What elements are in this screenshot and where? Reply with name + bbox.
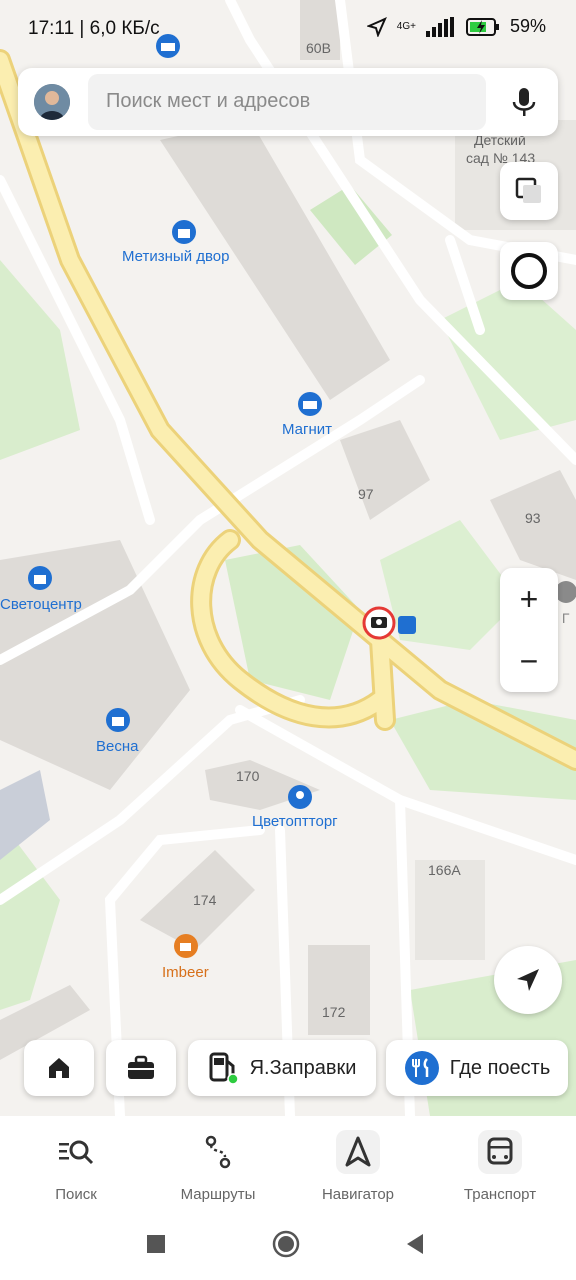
- bus-icon: [478, 1130, 522, 1174]
- poi-label-metizny[interactable]: Метизный двор: [122, 248, 229, 265]
- fuel-chip-label: Я.Заправки: [249, 1056, 357, 1079]
- poi-label-imbeer[interactable]: Imbeer: [162, 964, 209, 981]
- back-button[interactable]: [405, 1233, 425, 1255]
- system-navigation-bar: [0, 1216, 576, 1280]
- mreo-icon[interactable]: [555, 581, 576, 603]
- layers-button[interactable]: [500, 162, 558, 220]
- home-button[interactable]: [24, 1040, 94, 1096]
- food-chip-label: Где поесть: [449, 1056, 551, 1079]
- location-arrow-icon: [366, 16, 387, 37]
- shopping-bag-icon[interactable]: [106, 708, 130, 732]
- poi-label-svetocentr[interactable]: Светоцентр: [0, 596, 82, 613]
- route-icon: [205, 1135, 231, 1169]
- navigator-icon: [336, 1130, 380, 1174]
- house-number: 172: [322, 1004, 346, 1020]
- poi-label-vesna[interactable]: Весна: [96, 738, 138, 755]
- bus-stop-icon[interactable]: [398, 616, 416, 634]
- tab-search[interactable]: Поиск: [16, 1130, 136, 1203]
- fuel-chip[interactable]: Я.Заправки: [188, 1040, 376, 1096]
- briefcase-icon: [128, 1055, 154, 1079]
- tab-routes[interactable]: Маршруты: [158, 1130, 278, 1203]
- search-bar: Поиск мест и адресов: [18, 68, 558, 136]
- fork-knife-icon: [404, 1051, 439, 1085]
- tab-search-label: Поиск: [55, 1186, 97, 1203]
- network-type: 4G+: [396, 21, 416, 32]
- poi-label-cvetopttorg[interactable]: Цветоптторг: [252, 813, 338, 830]
- status-bar: 17:11 | 6,0 КБ/с 4G+ 59%: [0, 0, 576, 62]
- home-icon: [49, 1058, 69, 1078]
- work-button[interactable]: [106, 1040, 176, 1096]
- avatar[interactable]: [34, 84, 70, 120]
- tab-navigator[interactable]: Навигатор: [298, 1130, 418, 1203]
- recents-button[interactable]: [147, 1235, 165, 1253]
- house-number: 93: [525, 510, 541, 526]
- microphone-icon[interactable]: [506, 84, 542, 120]
- shopping-basket-icon[interactable]: [298, 392, 322, 416]
- my-location-button[interactable]: [494, 946, 562, 1014]
- cafe-icon[interactable]: [174, 934, 198, 958]
- building: [308, 945, 370, 1035]
- zoom-in-button[interactable]: +: [500, 568, 558, 630]
- speed-camera-icon[interactable]: [362, 606, 396, 640]
- tab-transport[interactable]: Транспорт: [440, 1130, 560, 1203]
- house-number: 174: [193, 892, 217, 908]
- navigation-arrow-icon: [517, 969, 539, 991]
- zoom-controls: + −: [500, 568, 558, 692]
- house-number: 97: [358, 486, 374, 502]
- flower-icon[interactable]: [288, 785, 312, 809]
- alice-assistant-button[interactable]: [500, 242, 558, 300]
- fuel-pump-icon: [209, 1052, 239, 1085]
- food-chip[interactable]: Где поесть: [386, 1040, 568, 1096]
- status-icons: 4G+ 59%: [366, 16, 546, 37]
- bottom-navigation: Поиск Маршруты Навигатор Транспорт: [0, 1116, 576, 1216]
- shopping-bag-icon[interactable]: [172, 220, 196, 244]
- house-number: 170: [236, 768, 260, 784]
- search-input[interactable]: Поиск мест и адресов: [88, 74, 486, 130]
- map-canvas[interactable]: [0, 0, 576, 1116]
- alice-icon: [511, 253, 547, 289]
- search-placeholder: Поиск мест и адресов: [106, 90, 311, 112]
- house-number: 166А: [428, 862, 461, 878]
- user-avatar-icon: [34, 84, 70, 120]
- tab-routes-label: Маршруты: [180, 1186, 256, 1203]
- layers-icon: [515, 177, 541, 203]
- zoom-out-button[interactable]: −: [500, 630, 558, 692]
- shopping-bag-icon[interactable]: [28, 566, 52, 590]
- search-list-icon: [59, 1140, 94, 1165]
- battery-level: 59%: [509, 16, 546, 36]
- poi-label-magnit[interactable]: Магнит: [282, 421, 332, 438]
- tab-transport-label: Транспорт: [463, 1186, 537, 1203]
- tab-navigator-label: Навигатор: [321, 1186, 395, 1203]
- status-time: 17:11 | 6,0 КБ/с: [28, 18, 160, 39]
- signal-icon: [425, 16, 454, 37]
- battery-charging-icon: [465, 17, 499, 36]
- home-nav-button[interactable]: [272, 1230, 300, 1258]
